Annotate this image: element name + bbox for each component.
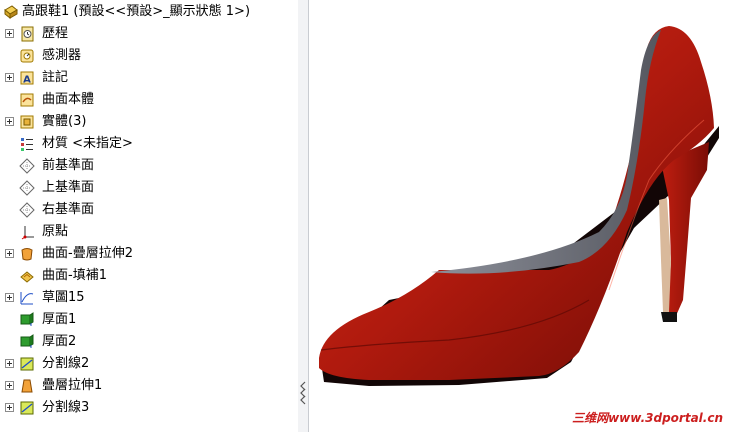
part-icon <box>3 4 19 20</box>
tree-item-label: 原點 <box>42 224 69 239</box>
expand-icon[interactable] <box>5 73 14 82</box>
tree-root[interactable]: 高跟鞋1 (預設<<預設>_顯示狀態 1>) <box>0 1 296 23</box>
tree-item-label: 歷程 <box>42 26 69 41</box>
tree-root-label: 高跟鞋1 (預設<<預設>_顯示狀態 1>) <box>22 4 251 19</box>
expand-icon[interactable] <box>5 403 14 412</box>
tree-item[interactable]: 感測器 <box>0 45 296 67</box>
expand-icon[interactable] <box>5 293 14 302</box>
tree-item[interactable]: 分割線2 <box>0 353 296 375</box>
tree-item[interactable]: 曲面-填補1 <box>0 265 296 287</box>
expand-icon[interactable] <box>5 249 14 258</box>
tree-item-label: 感測器 <box>42 48 82 63</box>
thicken-icon <box>19 334 35 350</box>
material-icon <box>19 136 35 152</box>
svg-text:A: A <box>23 75 31 86</box>
shoe-model[interactable] <box>309 0 729 432</box>
plane-icon <box>19 180 35 196</box>
surface-loft-icon <box>19 246 35 262</box>
tree-item[interactable]: 厚面1 <box>0 309 296 331</box>
tree-item-label: 分割線3 <box>42 400 90 415</box>
splitter-grip-icon[interactable] <box>299 380 307 408</box>
tree-item[interactable]: 原點 <box>0 221 296 243</box>
loft-icon <box>19 378 35 394</box>
tree-item-label: 上基準面 <box>42 180 95 195</box>
tree-item[interactable]: A 註記 <box>0 67 296 89</box>
split-line-icon <box>19 356 35 372</box>
tree-item[interactable]: 草圖15 <box>0 287 296 309</box>
tree-item[interactable]: 前基準面 <box>0 155 296 177</box>
tree-item-label: 厚面1 <box>42 312 77 327</box>
tree-item-label: 厚面2 <box>42 334 77 349</box>
tree-item-label: 疊層拉伸1 <box>42 378 103 393</box>
expand-icon[interactable] <box>5 381 14 390</box>
split-line-icon <box>19 400 35 416</box>
tree-item-label: 草圖15 <box>42 290 85 305</box>
sketch-icon <box>19 290 35 306</box>
surface-body-icon <box>19 92 35 108</box>
tree-item[interactable]: 曲面本體 <box>0 89 296 111</box>
expand-icon[interactable] <box>5 29 14 38</box>
tree-item-label: 曲面-填補1 <box>42 268 107 283</box>
sensor-icon <box>19 48 35 64</box>
tree-item[interactable]: 右基準面 <box>0 199 296 221</box>
origin-icon <box>19 224 35 240</box>
expand-icon[interactable] <box>5 359 14 368</box>
tree-item[interactable]: 分割線3 <box>0 397 296 419</box>
tree-item-label: 分割線2 <box>42 356 90 371</box>
tree-item[interactable]: 疊層拉伸1 <box>0 375 296 397</box>
tree-item-label: 右基準面 <box>42 202 95 217</box>
heel-inner-face <box>659 198 671 312</box>
tree-item[interactable]: 歷程 <box>0 23 296 45</box>
tree-item-label: 曲面本體 <box>42 92 95 107</box>
graphics-viewport[interactable]: 三维网www.3dportal.cn <box>309 0 729 432</box>
tree-item[interactable]: 實體(3) <box>0 111 296 133</box>
tree-item-label: 曲面-疊層拉伸2 <box>42 246 133 261</box>
panel-splitter[interactable] <box>298 0 309 432</box>
surface-fill-icon <box>19 268 35 284</box>
tree-item-label: 材質 <未指定> <box>42 136 133 151</box>
thicken-icon <box>19 312 35 328</box>
plane-icon <box>19 202 35 218</box>
tree-item[interactable]: 曲面-疊層拉伸2 <box>0 243 296 265</box>
history-icon <box>19 26 35 42</box>
tree-item[interactable]: 上基準面 <box>0 177 296 199</box>
feature-tree-panel: 高跟鞋1 (預設<<預設>_顯示狀態 1>) 歷程感測器 A 註記曲面本體實體(3)… <box>0 0 299 432</box>
tree-item-label: 註記 <box>42 70 69 85</box>
tree-item-label: 前基準面 <box>42 158 95 173</box>
expand-icon[interactable] <box>5 117 14 126</box>
annotation-icon: A <box>19 70 35 86</box>
solid-body-icon <box>19 114 35 130</box>
tree-item[interactable]: 厚面2 <box>0 331 296 353</box>
tree-item[interactable]: 材質 <未指定> <box>0 133 296 155</box>
watermark-text: 三维网www.3dportal.cn <box>572 411 723 425</box>
plane-icon <box>19 158 35 174</box>
tree-item-label: 實體(3) <box>42 114 87 129</box>
